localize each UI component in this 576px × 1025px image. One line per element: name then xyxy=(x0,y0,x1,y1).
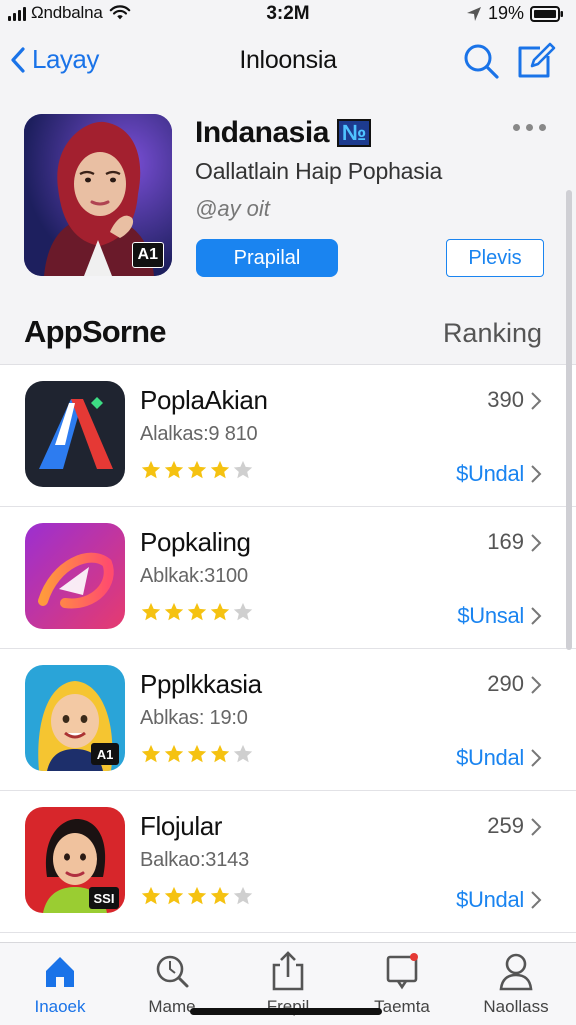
notifications-icon xyxy=(386,953,418,990)
star-empty-icon xyxy=(233,744,253,763)
app-icon: SSI xyxy=(25,807,125,913)
compose-icon[interactable] xyxy=(516,42,556,80)
status-right: 19% xyxy=(466,3,564,24)
tab-label: Naollass xyxy=(483,997,549,1016)
star-filled-icon xyxy=(141,602,161,621)
star-filled-icon xyxy=(187,460,207,479)
app-rank: 290 xyxy=(487,671,524,696)
list-item[interactable]: SSI Flojular Balkao:3143 259 $Undal xyxy=(0,791,576,933)
preview-button[interactable]: Plevis xyxy=(446,239,544,277)
app-price-button[interactable]: $Undal xyxy=(456,887,524,913)
featured-title-badge: № xyxy=(336,119,372,147)
app-icon xyxy=(25,381,125,487)
section-header: AppSorne Ranking xyxy=(0,304,576,365)
app-icon: A1 xyxy=(25,665,125,771)
star-filled-icon xyxy=(187,886,207,905)
app-name: Popkaling xyxy=(140,527,251,557)
featured-app-subtitle: Oallatlain Haip Pophasia xyxy=(195,158,443,184)
featured-app-title: Indanasia xyxy=(195,116,329,149)
tab-home[interactable]: Inaoek xyxy=(10,951,110,1017)
featured-title-row: Indanasia № xyxy=(195,116,372,150)
star-filled-icon xyxy=(141,886,161,905)
chevron-right-icon xyxy=(531,749,542,767)
app-subtitle: Ablkak:3100 xyxy=(140,565,248,587)
chevron-right-icon xyxy=(531,891,542,909)
star-rating xyxy=(140,459,254,481)
list-item[interactable]: A1 Ppplkkasia Ablkas: 19:0 290 $Undal xyxy=(0,649,576,791)
chevron-right-icon xyxy=(531,818,542,836)
tab-profile[interactable]: Naollass xyxy=(466,951,566,1017)
star-filled-icon xyxy=(141,744,161,763)
chevron-right-icon xyxy=(531,676,542,694)
cartoon-woman-avatar-icon: SSI xyxy=(25,807,125,913)
list-item[interactable]: PoplaAkian Alalkas:9 810 390 $Undal xyxy=(0,365,576,507)
app-price-button[interactable]: $Undal xyxy=(456,461,524,487)
star-filled-icon xyxy=(210,886,230,905)
star-filled-icon xyxy=(164,460,184,479)
star-filled-icon xyxy=(187,602,207,621)
star-rating xyxy=(140,885,254,907)
share-icon xyxy=(272,951,304,991)
app-list: PoplaAkian Alalkas:9 810 390 $Undal Popk… xyxy=(0,365,576,933)
app-subtitle: Alalkas:9 810 xyxy=(140,423,258,445)
app-name: Ppplkkasia xyxy=(140,669,262,699)
star-filled-icon xyxy=(187,744,207,763)
search-icon xyxy=(156,955,189,988)
app-name: PoplaAkian xyxy=(140,385,268,415)
star-empty-icon xyxy=(233,602,253,621)
star-empty-icon xyxy=(233,886,253,905)
battery-icon xyxy=(530,5,563,22)
app-rank: 259 xyxy=(487,813,524,838)
app-name: Flojular xyxy=(140,811,223,841)
star-filled-icon xyxy=(210,602,230,621)
featured-app-meta: @ay oit xyxy=(195,196,270,221)
location-arrow-icon xyxy=(466,6,481,21)
star-rating xyxy=(140,601,254,623)
star-empty-icon xyxy=(233,460,253,479)
cartoon-girl-avatar-icon: A1 xyxy=(25,665,125,771)
app-icon-badge-text: SSI xyxy=(94,891,115,906)
chevron-right-icon xyxy=(531,465,542,483)
app-icon xyxy=(25,523,125,629)
section-title: AppSorne xyxy=(24,314,167,349)
star-rating xyxy=(140,743,254,765)
featured-app-card[interactable]: A1 Indanasia № Oallatlain Haip Pophasia … xyxy=(0,94,576,304)
app-rank: 390 xyxy=(487,387,524,412)
home-icon xyxy=(46,957,74,987)
app-price-button[interactable]: $Undal xyxy=(456,745,524,771)
search-icon[interactable] xyxy=(462,42,500,80)
battery-percentage: 19% xyxy=(487,3,524,23)
ranking-link[interactable]: Ranking xyxy=(443,318,542,349)
star-filled-icon xyxy=(210,460,230,479)
scrollbar[interactable] xyxy=(566,190,572,650)
app-subtitle: Balkao:3143 xyxy=(140,849,250,871)
list-item[interactable]: Popkaling Ablkak:3100 169 $Unsal xyxy=(0,507,576,649)
status-bar: Ωndbalna 3:2M 19% xyxy=(0,0,576,30)
navigation-bar: Layay Inloonsia xyxy=(0,30,576,94)
chevron-right-icon xyxy=(531,534,542,552)
app-price-button[interactable]: $Unsal xyxy=(457,603,524,629)
more-options-icon[interactable] xyxy=(513,124,546,131)
gradient-swirl-logo-icon xyxy=(25,523,125,629)
tab-label: Inaoek xyxy=(34,997,86,1016)
app-rank: 169 xyxy=(487,529,524,554)
home-indicator xyxy=(190,1008,382,1015)
profile-icon xyxy=(499,953,533,991)
star-filled-icon xyxy=(141,460,161,479)
star-filled-icon xyxy=(164,886,184,905)
chevron-right-icon xyxy=(531,392,542,410)
letter-a-logo-icon xyxy=(25,381,125,487)
star-filled-icon xyxy=(210,744,230,763)
chevron-right-icon xyxy=(531,607,542,625)
app-subtitle: Ablkas: 19:0 xyxy=(140,707,248,729)
star-filled-icon xyxy=(164,602,184,621)
featured-app-artwork: A1 xyxy=(24,114,172,276)
get-button[interactable]: Prapilal xyxy=(196,239,338,277)
featured-age-badge: A1 xyxy=(131,242,164,268)
star-filled-icon xyxy=(164,744,184,763)
app-icon-badge-text: A1 xyxy=(97,747,114,762)
